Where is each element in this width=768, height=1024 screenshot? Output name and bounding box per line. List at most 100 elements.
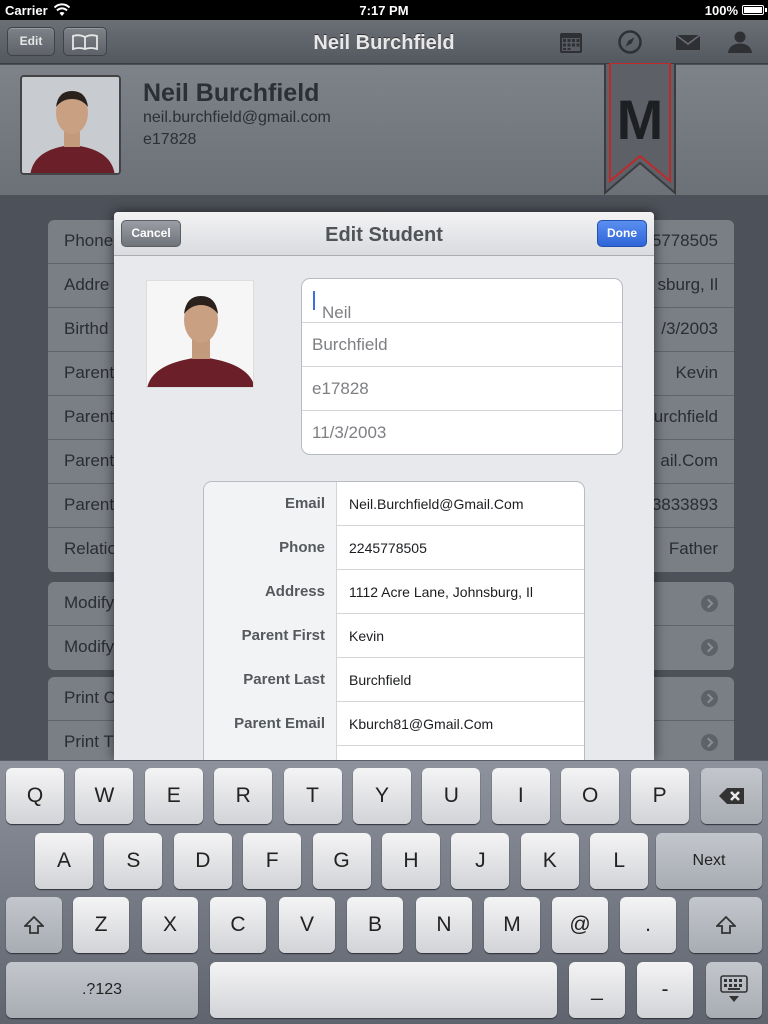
mail-icon[interactable] [675,30,701,54]
key-r[interactable]: R [214,768,273,824]
key-s[interactable]: S [104,833,163,889]
key-d[interactable]: D [173,833,232,889]
modal-title: Edit Student [325,224,443,246]
student-avatar [20,75,121,175]
backspace-icon [718,788,744,804]
done-button[interactable]: Done [597,220,647,247]
first-name-field[interactable]: Neil [302,279,622,323]
birthday-value: 11/3/2003 [312,423,387,442]
compass-icon[interactable] [617,30,643,54]
info-table-row[interactable]: Parent First Kevin [204,614,584,658]
info-table-row[interactable] [204,746,584,760]
key-y[interactable]: Y [353,768,411,824]
info-table-row[interactable]: Parent Last Burchfield [204,658,584,702]
key-n[interactable]: N [416,897,472,953]
edit-student-modal: Cancel Edit Student Done Neil Burchfield… [114,212,654,760]
print-row-label: Print T [64,732,114,751]
info-row-label: Relatio [64,539,117,558]
key-w[interactable]: W [75,768,134,824]
key-underscore[interactable]: _ [569,962,625,1018]
info-table-value[interactable]: 1112 Acre Lane, Johnsburg, Il [349,570,533,614]
key-i[interactable]: I [491,768,550,824]
info-table-row[interactable]: Phone 2245778505 [204,526,584,570]
info-row-value: Kevin [675,363,718,382]
contact-info-table: Email Neil.Burchfield@Gmail.Com Phone 22457… [203,481,585,760]
hide-keyboard-key[interactable] [706,962,762,1018]
person-icon[interactable] [727,30,753,54]
info-table-value[interactable]: Neil.Burchfield@Gmail.Com [349,482,523,526]
modal-toolbar: Cancel Edit Student Done [114,212,654,256]
last-name-value: Burchfield [312,335,388,354]
shift-key-left[interactable] [6,897,62,953]
disclosure-icon [701,639,718,656]
key-f[interactable]: F [243,833,302,889]
info-table-label: Parent Last [204,658,337,702]
student-header: Neil Burchfield neil.burchfield@gmail.co… [0,63,768,195]
student-id-field[interactable]: e17828 [302,367,622,411]
key-at[interactable]: @ [552,897,608,953]
space-key[interactable] [210,962,557,1018]
modify-row-label: Modify [64,637,115,656]
key-l[interactable]: L [590,833,649,889]
info-table-label: Phone [204,526,337,570]
page-title: Neil Burchfield [313,32,455,54]
info-row-label: Addre [64,275,110,294]
modify-row-label: Modify [64,593,115,612]
info-row-value: sburg, Il [657,275,718,294]
info-table-value[interactable]: Kburch81@Gmail.Com [349,702,493,746]
birthday-field[interactable]: 11/3/2003 [302,411,622,454]
info-table-label [204,746,337,760]
info-row-value: /3/2003 [661,319,718,338]
key-period[interactable]: . [620,897,676,953]
info-table-row[interactable]: Parent Email Kburch81@Gmail.Com [204,702,584,746]
key-j[interactable]: J [451,833,510,889]
key-a[interactable]: A [35,833,93,889]
student-photo[interactable] [146,280,254,388]
key-m[interactable]: M [484,897,540,953]
key-h[interactable]: H [382,833,440,889]
disclosure-icon [701,690,718,707]
info-row-value: urchfield [653,407,718,426]
key-b[interactable]: B [347,897,403,953]
key-p[interactable]: P [630,768,689,824]
shift-key-right[interactable] [689,897,762,953]
key-q[interactable]: Q [6,768,64,824]
key-c[interactable]: C [210,897,266,953]
info-table-value[interactable]: 2245778505 [349,526,427,570]
info-table-label: Parent Email [204,702,337,746]
key-v[interactable]: V [279,897,335,953]
info-row-value: 5778505 [651,231,718,250]
text-cursor [313,291,315,310]
student-name: Neil Burchfield [143,79,320,107]
info-row-label: Birthd [64,319,109,338]
on-screen-keyboard: Q W E R T Y U I O P A S D F G H J K L Next Z X C V B N M @. .?123 _ - [0,760,768,1024]
info-row-value: ail.Com [660,451,718,470]
shift-icon [22,915,46,934]
name-fields: Neil Burchfield e17828 11/3/2003 [301,278,623,455]
key-o[interactable]: O [561,768,620,824]
info-table-row[interactable]: Email Neil.Burchfield@Gmail.Com [204,482,584,526]
info-row-label: Phone [64,231,114,250]
info-table-value[interactable]: Kevin [349,614,384,658]
key-dash[interactable]: - [637,962,693,1018]
status-bar: Carrier 7:17 PM 100% [0,0,768,20]
last-name-field[interactable]: Burchfield [302,323,622,367]
calendar-icon[interactable] [558,30,584,54]
key-k[interactable]: K [520,833,579,889]
key-t[interactable]: T [283,768,342,824]
key-g[interactable]: G [312,833,371,889]
info-table-label: Address [204,570,337,614]
backspace-key[interactable] [701,768,762,824]
key-z[interactable]: Z [73,897,129,953]
key-x[interactable]: X [142,897,198,953]
info-table-label: Email [204,482,337,526]
key-u[interactable]: U [422,768,481,824]
info-row-label: Parent [64,451,115,470]
next-key[interactable]: Next [656,833,762,889]
info-table-row[interactable]: Address 1112 Acre Lane, Johnsburg, Il [204,570,584,614]
info-table-value[interactable]: Burchfield [349,658,411,702]
numbers-key[interactable]: .?123 [6,962,198,1018]
key-e[interactable]: E [144,768,203,824]
info-row-label: Parent [64,407,115,426]
shift-icon [714,915,737,934]
